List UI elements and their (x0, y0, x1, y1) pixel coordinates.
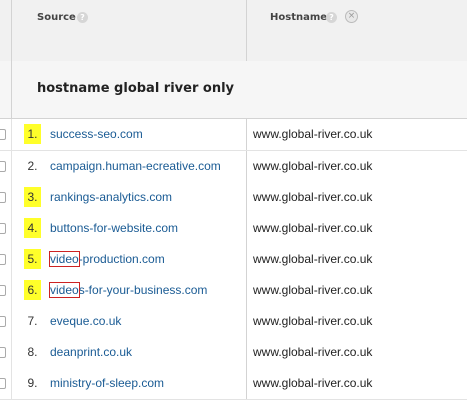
row-number: 4. (24, 218, 41, 238)
source-link[interactable]: video-production.com (49, 251, 165, 267)
row-number: 6. (24, 280, 41, 300)
header-select-cell (0, 0, 12, 61)
hostname-value: www.global-river.co.uk (253, 283, 373, 297)
table-row: 1. success-seo.com www.global-river.co.u… (0, 119, 467, 151)
source-link[interactable]: ministry-of-sleep.com (50, 376, 164, 390)
source-text[interactable]: rankings-analytics.com (50, 190, 172, 204)
source-link[interactable]: success-seo.com (50, 127, 143, 141)
row-checkbox[interactable] (0, 378, 6, 389)
table-row: 4. buttons-for-website.com www.global-ri… (0, 213, 467, 245)
segment-row: hostname global river only (0, 61, 467, 119)
row-select-cell (0, 368, 12, 399)
table-row: 2. campaign.human-ecreative.com www.glob… (0, 151, 467, 183)
row-number: 8. (27, 345, 38, 359)
hostname-value: www.global-river.co.uk (253, 159, 373, 173)
source-text[interactable]: -production.com (79, 252, 165, 266)
source-help-icon[interactable]: ? (77, 12, 88, 23)
source-link[interactable]: campaign.human-ecreative.com (50, 159, 221, 173)
row-number: 5. (24, 249, 41, 269)
hostname-value: www.global-river.co.uk (253, 345, 373, 359)
source-text[interactable]: success-seo.com (50, 127, 143, 141)
hostname-value: www.global-river.co.uk (253, 314, 373, 328)
source-link[interactable]: eveque.co.uk (50, 314, 121, 328)
row-select-cell (0, 213, 12, 244)
source-text[interactable]: s-for-your-business.com (79, 283, 208, 297)
row-number: 7. (27, 314, 38, 328)
table-row: 5. video-production.com www.global-river… (0, 244, 467, 276)
hostname-value: www.global-river.co.uk (253, 221, 373, 235)
source-text[interactable]: campaign.human-ecreative.com (50, 159, 221, 173)
table-header: Source ? Hostname ? × (0, 0, 467, 62)
source-cell (12, 306, 247, 337)
source-link[interactable]: rankings-analytics.com (50, 190, 172, 204)
table-row: 9. ministry-of-sleep.com www.global-rive… (0, 368, 467, 400)
remove-dimension-close-icon[interactable]: × (345, 10, 358, 23)
row-select-cell (0, 119, 12, 150)
hostname-header-label[interactable]: Hostname (270, 12, 327, 23)
source-link[interactable]: deanprint.co.uk (50, 345, 132, 359)
row-select-cell (0, 244, 12, 275)
source-link[interactable]: videos-for-your-business.com (49, 282, 208, 298)
row-number: 9. (27, 376, 38, 390)
row-checkbox[interactable] (0, 285, 6, 296)
table-row: 8. deanprint.co.uk www.global-river.co.u… (0, 337, 467, 369)
source-link[interactable]: buttons-for-website.com (50, 221, 178, 235)
table-row: 6. videos-for-your-business.com www.glob… (0, 275, 467, 307)
hostname-value: www.global-river.co.uk (253, 190, 373, 204)
row-checkbox[interactable] (0, 129, 6, 140)
hostname-value: www.global-river.co.uk (253, 252, 373, 266)
segment-select-cell (0, 61, 12, 118)
source-highlighted-fragment[interactable]: video (49, 282, 80, 298)
table-row: 7. eveque.co.uk www.global-river.co.uk (0, 306, 467, 338)
row-select-cell (0, 275, 12, 306)
source-column-header[interactable]: Source ? (12, 0, 247, 61)
source-text[interactable]: eveque.co.uk (50, 314, 121, 328)
row-checkbox[interactable] (0, 254, 6, 265)
row-number: 1. (24, 124, 41, 144)
row-select-cell (0, 337, 12, 368)
row-checkbox[interactable] (0, 347, 6, 358)
source-header-label[interactable]: Source (37, 12, 76, 23)
row-select-cell (0, 306, 12, 337)
table-row: 3. rankings-analytics.com www.global-riv… (0, 182, 467, 214)
row-number: 3. (24, 187, 41, 207)
source-text[interactable]: ministry-of-sleep.com (50, 376, 164, 390)
hostname-value: www.global-river.co.uk (253, 127, 373, 141)
row-checkbox[interactable] (0, 316, 6, 327)
hostname-help-icon[interactable]: ? (326, 12, 337, 23)
source-highlighted-fragment[interactable]: video (49, 251, 80, 267)
row-checkbox[interactable] (0, 161, 6, 172)
hostname-value: www.global-river.co.uk (253, 376, 373, 390)
source-text[interactable]: buttons-for-website.com (50, 221, 178, 235)
row-checkbox[interactable] (0, 223, 6, 234)
row-number: 2. (27, 159, 38, 173)
report-table: Source ? Hostname ? × hostname global ri… (0, 0, 467, 400)
source-text[interactable]: deanprint.co.uk (50, 345, 132, 359)
row-select-cell (0, 182, 12, 213)
row-checkbox[interactable] (0, 192, 6, 203)
segment-title: hostname global river only (37, 81, 235, 96)
row-select-cell (0, 151, 12, 182)
